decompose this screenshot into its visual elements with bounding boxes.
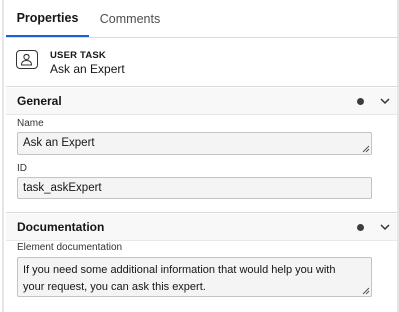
group-documentation-title: Documentation [17,220,105,234]
group-documentation-header[interactable]: Documentation [6,214,397,241]
id-field-value: task_askExpert [23,182,102,194]
element-name-label: Ask an Expert [50,62,125,76]
tab-properties[interactable]: Properties [6,0,89,37]
name-field-label: Name [17,118,44,129]
group-divider [6,212,397,213]
documentation-text: If you need some additional information … [23,262,368,296]
properties-panel: Properties Comments USER TASK Ask an Exp… [0,0,399,312]
data-marker-dot [357,98,364,105]
element-type-label: USER TASK [50,50,106,61]
data-marker-dot [357,224,364,231]
name-field[interactable]: Ask an Expert [17,132,372,155]
documentation-field-label: Element documentation [17,242,123,253]
tab-bar: Properties Comments [6,0,397,38]
user-task-icon [16,50,38,69]
id-field[interactable]: task_askExpert [17,177,372,199]
documentation-line: your request, you can ask this expert. [23,281,206,293]
resize-handle-icon[interactable] [360,143,370,153]
resize-handle-icon[interactable] [360,285,370,295]
element-header: USER TASK Ask an Expert [6,38,397,87]
id-field-label: ID [17,163,27,174]
group-general-title: General [17,94,62,108]
tab-comments[interactable]: Comments [89,0,171,37]
documentation-textarea[interactable]: If you need some additional information … [17,257,372,297]
chevron-down-icon[interactable] [378,94,392,108]
documentation-line: If you need some additional information … [23,264,336,276]
group-general-header[interactable]: General [6,88,397,115]
panel-left-border [2,0,4,312]
chevron-down-icon[interactable] [378,220,392,234]
name-field-value: Ask an Expert [23,137,95,149]
